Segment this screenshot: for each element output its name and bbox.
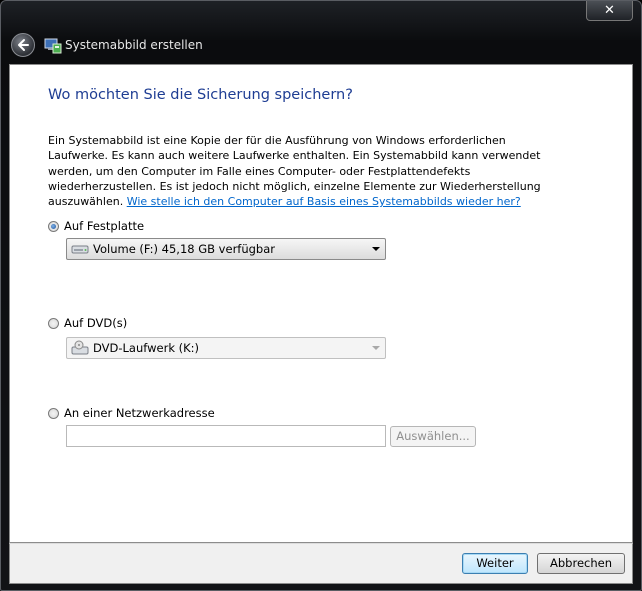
back-button[interactable] xyxy=(11,33,35,57)
window-title: Systemabbild erstellen xyxy=(65,38,203,52)
page-heading: Wo möchten Sie die Sicherung speichern? xyxy=(48,87,353,103)
dvd-label: Auf DVD(s) xyxy=(64,316,128,330)
dvd-drive-icon xyxy=(71,340,89,355)
choose-button: Auswählen... xyxy=(390,426,476,447)
harddisk-label: Auf Festplatte xyxy=(64,219,145,233)
description: Ein Systemabbild ist eine Kopie der für … xyxy=(48,133,568,209)
next-button[interactable]: Weiter xyxy=(462,553,528,574)
back-arrow-icon xyxy=(18,39,29,51)
option-harddisk[interactable]: Auf Festplatte xyxy=(48,219,144,233)
content-area: Wo möchten Sie die Sicherung speichern? … xyxy=(9,64,633,543)
network-label: An einer Netzwerkadresse xyxy=(64,406,215,420)
close-icon: ✕ xyxy=(604,3,615,18)
help-link[interactable]: Wie stelle ich den Computer auf Basis ei… xyxy=(127,195,521,208)
chevron-down-icon xyxy=(372,247,380,251)
cancel-button[interactable]: Abbrechen xyxy=(537,553,625,574)
dvd-dropdown: DVD-Laufwerk (K:) xyxy=(66,337,386,359)
option-dvd[interactable]: Auf DVD(s) xyxy=(48,316,127,330)
hard-drive-icon xyxy=(71,245,89,254)
close-button[interactable]: ✕ xyxy=(586,1,633,21)
harddisk-dropdown[interactable]: Volume (F:) 45,18 GB verfügbar xyxy=(66,238,386,260)
harddisk-dropdown-value: Volume (F:) 45,18 GB verfügbar xyxy=(93,242,276,256)
network-address-input[interactable] xyxy=(66,425,386,447)
option-network[interactable]: An einer Netzwerkadresse xyxy=(48,406,215,420)
footer-bar: Weiter Abbrechen xyxy=(9,543,633,584)
dialog-window: ✕ Systemabbild erstellen Wo möchten Sie … xyxy=(0,0,642,591)
harddisk-radio[interactable] xyxy=(48,220,59,232)
dvd-dropdown-value: DVD-Laufwerk (K:) xyxy=(93,341,200,355)
network-radio[interactable] xyxy=(48,407,59,419)
backup-app-icon xyxy=(44,38,62,54)
dvd-radio[interactable] xyxy=(48,317,59,329)
chevron-down-icon xyxy=(372,346,380,350)
